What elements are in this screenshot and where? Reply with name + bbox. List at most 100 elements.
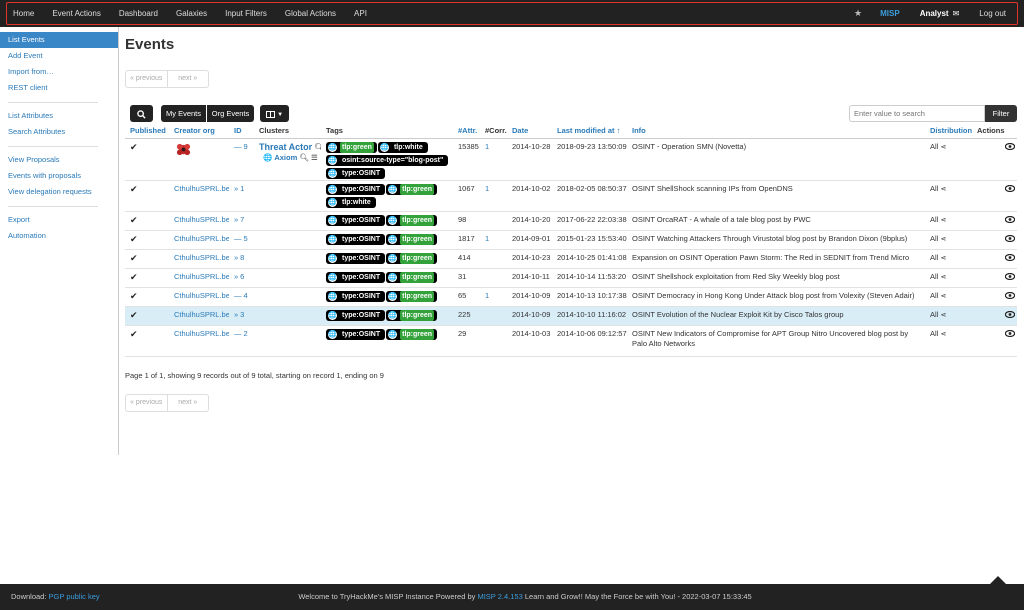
nav-global-actions[interactable]: Global Actions — [285, 9, 336, 18]
cluster-value-link[interactable]: Axiom — [274, 153, 297, 162]
view-event-eye-icon[interactable] — [1004, 142, 1016, 152]
event-id-link[interactable]: 9 — [244, 142, 248, 151]
table-row[interactable]: ✔ CthulhuSPRL.be » 8 🌐 type:OSINT 🌐 tlp:green 41… — [125, 249, 1017, 269]
table-row[interactable]: ✔ CthulhuSPRL.be —2 🌐 type:OSINT 🌐 tlp:green 29… — [125, 325, 1017, 357]
creator-org-link[interactable]: CthulhuSPRL.be — [174, 234, 229, 243]
sidebar-item-list-events[interactable]: List Events — [0, 32, 118, 48]
search-input[interactable] — [849, 105, 985, 122]
event-id-link[interactable]: 3 — [240, 310, 244, 319]
share-icon[interactable]: ⋖ — [940, 312, 946, 319]
view-event-eye-icon[interactable] — [1004, 310, 1016, 320]
tag[interactable]: 🌐 tlp:green — [386, 233, 438, 245]
tag[interactable]: 🌐 tlp:green — [326, 141, 377, 153]
sidebar-item-search-attributes[interactable]: Search Attributes — [0, 124, 118, 140]
expand-icon[interactable]: » — [234, 184, 238, 193]
share-icon[interactable]: ⋖ — [940, 274, 946, 281]
sidebar-item-list-attributes[interactable]: List Attributes — [0, 108, 118, 124]
event-id-link[interactable]: 8 — [240, 253, 244, 262]
view-event-eye-icon[interactable] — [1004, 272, 1016, 282]
sidebar-item-view-proposals[interactable]: View Proposals — [0, 152, 118, 168]
table-row[interactable]: ✔ CthulhuSPRL.be » 7 🌐 type:OSINT 🌐 tlp:green 98… — [125, 211, 1017, 231]
next-page-button[interactable]: next » — [168, 395, 209, 411]
tag[interactable]: 🌐 type:OSINT — [326, 309, 386, 321]
creator-org-link[interactable]: CthulhuSPRL.be — [174, 215, 229, 224]
expand-icon[interactable]: — — [234, 329, 242, 338]
tag[interactable]: 🌐 tlp:green — [386, 183, 438, 195]
correlation-link[interactable]: 1 — [485, 142, 489, 151]
instance-link[interactable]: MISP — [880, 9, 900, 18]
correlation-link[interactable]: 1 — [485, 184, 489, 193]
tag[interactable]: 🌐 type:OSINT — [326, 271, 386, 283]
col-attr[interactable]: #Attr. — [453, 124, 480, 139]
table-row[interactable]: ✔ CthulhuSPRL.be» 1 🌐 type:OSINT 🌐 tlp:green🌐 t… — [125, 180, 1017, 212]
sidebar-item-events-with-proposals[interactable]: Events with proposals — [0, 168, 118, 184]
event-id-link[interactable]: 2 — [244, 329, 248, 338]
search-icon[interactable] — [130, 105, 153, 122]
col-date[interactable]: Date — [507, 124, 552, 139]
sidebar-item-add-event[interactable]: Add Event — [0, 48, 118, 64]
event-id-link[interactable]: 1 — [240, 184, 244, 193]
columns-toggle-button[interactable]: ▼ — [260, 105, 289, 122]
expand-icon[interactable]: » — [234, 272, 238, 281]
event-id-link[interactable]: 5 — [244, 234, 248, 243]
event-id-link[interactable]: 4 — [244, 291, 248, 300]
logout-link[interactable]: Log out — [979, 9, 1006, 18]
my-events-button[interactable]: My Events — [161, 105, 206, 122]
nav-api[interactable]: API — [354, 9, 367, 18]
table-row[interactable]: ✔ CthulhuSPRL.be —5 🌐 type:OSINT 🌐 tlp:green 18… — [125, 230, 1017, 250]
share-icon[interactable]: ⋖ — [940, 236, 946, 243]
expand-icon[interactable]: » — [234, 310, 238, 319]
org-logo[interactable] — [176, 142, 191, 157]
tag[interactable]: 🌐 osint:source-type="blog-post" — [326, 154, 449, 166]
creator-org-link[interactable]: CthulhuSPRL.be — [174, 291, 229, 300]
tag[interactable]: 🌐 type:OSINT — [326, 183, 386, 195]
sidebar-item-automation[interactable]: Automation — [0, 228, 118, 244]
correlation-link[interactable]: 1 — [485, 234, 489, 243]
list-icon[interactable]: ☰ — [311, 153, 318, 162]
sidebar-item-delegation-requests[interactable]: View delegation requests — [0, 184, 118, 200]
search-icon[interactable]: 🔍︎ — [299, 153, 309, 162]
expand-icon[interactable]: — — [234, 291, 242, 300]
share-icon[interactable]: ⋖ — [940, 293, 946, 300]
previous-page-button[interactable]: « previous — [126, 394, 168, 411]
view-event-eye-icon[interactable] — [1004, 234, 1016, 244]
cluster-link[interactable]: Threat Actor — [259, 142, 312, 152]
expand-icon[interactable]: » — [234, 253, 238, 262]
table-row[interactable]: ✔ CthulhuSPRL.be —4 🌐 type:OSINT 🌐 tlp:green 65… — [125, 287, 1017, 307]
tag[interactable]: 🌐 type:OSINT — [326, 233, 386, 245]
view-event-eye-icon[interactable] — [1004, 253, 1016, 263]
tag[interactable]: 🌐 type:OSINT — [326, 252, 386, 264]
nav-input-filters[interactable]: Input Filters — [225, 9, 267, 18]
expand-icon[interactable]: » — [234, 215, 238, 224]
sidebar-item-rest-client[interactable]: REST client — [0, 80, 118, 96]
tag[interactable]: 🌐 tlp:white — [326, 196, 376, 208]
search-icon[interactable]: 🔍︎ — [314, 143, 321, 152]
filter-button[interactable]: Filter — [985, 105, 1017, 122]
view-event-eye-icon[interactable] — [1004, 329, 1016, 339]
view-event-eye-icon[interactable] — [1004, 215, 1016, 225]
view-event-eye-icon[interactable] — [1004, 184, 1016, 194]
share-icon[interactable]: ⋖ — [940, 186, 946, 193]
col-published[interactable]: Published — [125, 124, 169, 139]
tag[interactable]: 🌐 tlp:green — [386, 328, 438, 340]
star-icon[interactable]: ★ — [854, 8, 862, 19]
expand-icon[interactable]: — — [234, 142, 242, 151]
sidebar-item-import[interactable]: Import from… — [0, 64, 118, 80]
tag[interactable]: 🌐 tlp:green — [386, 252, 438, 264]
col-last-modified[interactable]: Last modified at ↑ — [552, 124, 627, 139]
creator-org-link[interactable]: CthulhuSPRL.be — [174, 310, 229, 319]
col-distribution[interactable]: Distribution — [925, 124, 972, 139]
share-icon[interactable]: ⋖ — [940, 331, 946, 338]
creator-org-link[interactable]: CthulhuSPRL.be — [174, 184, 229, 193]
creator-org-link[interactable]: CthulhuSPRL.be — [174, 253, 229, 262]
share-icon[interactable]: ⋖ — [940, 255, 946, 262]
creator-org-link[interactable]: CthulhuSPRL.be — [174, 329, 229, 338]
share-icon[interactable]: ⋖ — [940, 144, 946, 151]
tag[interactable]: 🌐 tlp:green — [386, 290, 438, 302]
nav-galaxies[interactable]: Galaxies — [176, 9, 207, 18]
tag[interactable]: 🌐 type:OSINT — [326, 328, 386, 340]
tag[interactable]: 🌐 type:OSINT — [326, 214, 386, 226]
view-event-eye-icon[interactable] — [1004, 291, 1016, 301]
correlation-link[interactable]: 1 — [485, 291, 489, 300]
event-id-link[interactable]: 7 — [240, 215, 244, 224]
